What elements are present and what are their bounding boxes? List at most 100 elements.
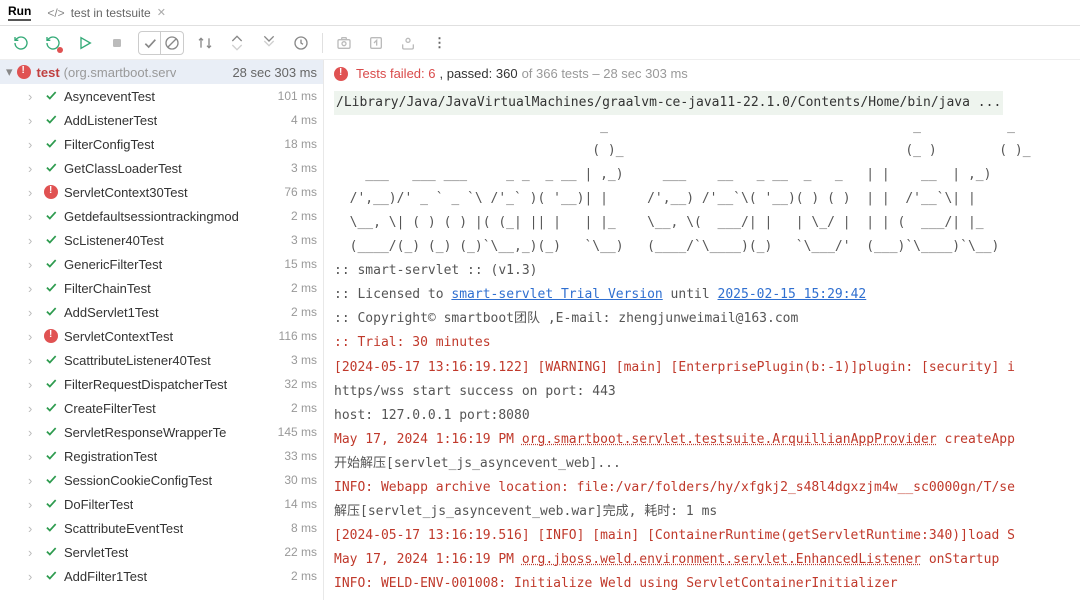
pass-icon	[44, 376, 58, 393]
test-time: 15 ms	[278, 257, 317, 271]
chevron-right-icon[interactable]: ›	[28, 281, 38, 296]
console-class-link[interactable]: org.jboss.weld.environment.servlet.Enhan…	[522, 552, 921, 567]
test-row[interactable]: ›AddServlet1Test2 ms	[0, 300, 323, 324]
test-time: 4 ms	[285, 113, 317, 127]
pass-icon	[44, 208, 58, 225]
chevron-right-icon[interactable]: ›	[28, 401, 38, 416]
test-row[interactable]: ›ScListener40Test3 ms	[0, 228, 323, 252]
import-button[interactable]	[365, 32, 387, 54]
test-row[interactable]: ›ServletResponseWrapperTe145 ms	[0, 420, 323, 444]
test-time: 2 ms	[285, 281, 317, 295]
test-row[interactable]: › GetClassLoaderTest 3 ms	[0, 156, 323, 180]
console-line: [2024-05-17 13:16:19.516] [INFO] [main] …	[334, 528, 1015, 543]
rerun-button[interactable]	[10, 32, 32, 54]
test-name: GetClassLoaderTest	[64, 161, 182, 176]
chevron-right-icon[interactable]: ›	[28, 329, 38, 344]
chevron-right-icon[interactable]: ›	[28, 353, 38, 368]
tab-file-label: test in testsuite	[71, 6, 151, 20]
chevron-right-icon[interactable]: ›	[28, 113, 38, 128]
show-ignored-button[interactable]	[161, 32, 183, 54]
console-line: onStartup	[921, 552, 999, 567]
test-row[interactable]: ›ServletContextTest116 ms	[0, 324, 323, 348]
rerun-failed-button[interactable]	[42, 32, 64, 54]
ascii-art: _ _ _ ( )_ (_ ) ( )_ ___ ___ ___ _ _ _ _…	[334, 119, 1031, 254]
chevron-right-icon[interactable]: ›	[28, 305, 38, 320]
pass-icon	[44, 304, 58, 321]
root-package: (org.smartboot.serv	[64, 65, 177, 80]
test-row[interactable]: ›ServletContext30Test76 ms	[0, 180, 323, 204]
show-passed-button[interactable]	[139, 32, 161, 54]
chevron-right-icon[interactable]: ›	[28, 473, 38, 488]
test-row[interactable]: ›Getdefaultsessiontrackingmod2 ms	[0, 204, 323, 228]
more-button[interactable]: ⋮	[429, 32, 451, 54]
tree-root-row[interactable]: ▾ test (org.smartboot.serv 28 sec 303 ms	[0, 60, 323, 84]
test-row[interactable]: ›ScattributeEventTest8 ms	[0, 516, 323, 540]
chevron-right-icon[interactable]: ›	[28, 569, 38, 584]
fail-icon	[44, 329, 58, 343]
fail-icon	[44, 185, 58, 199]
collapse-all-button[interactable]	[258, 32, 280, 54]
chevron-right-icon[interactable]: ›	[28, 233, 38, 248]
chevron-right-icon[interactable]: ›	[28, 545, 38, 560]
test-time: 3 ms	[285, 233, 317, 247]
history-button[interactable]	[290, 32, 312, 54]
chevron-right-icon[interactable]: ›	[28, 497, 38, 512]
screenshot-button[interactable]	[333, 32, 355, 54]
test-row[interactable]: ›RegistrationTest33 ms	[0, 444, 323, 468]
test-time: 3 ms	[285, 161, 317, 175]
tab-run[interactable]: Run	[8, 4, 31, 21]
test-name: AddListenerTest	[64, 113, 157, 128]
pass-icon	[44, 232, 58, 249]
tab-file[interactable]: </> test in testsuite ✕	[47, 6, 166, 20]
chevron-right-icon[interactable]: ›	[28, 89, 38, 104]
test-row[interactable]: ›AsynceventTest101 ms	[0, 84, 323, 108]
main-area: ▾ test (org.smartboot.serv 28 sec 303 ms…	[0, 60, 1080, 600]
pass-icon	[44, 496, 58, 513]
test-time: 2 ms	[285, 401, 317, 415]
summary-rest: of 366 tests – 28 sec 303 ms	[522, 66, 688, 81]
test-time: 2 ms	[285, 569, 317, 583]
pass-icon	[44, 136, 58, 153]
test-row[interactable]: › AddListenerTest 4 ms	[0, 108, 323, 132]
pass-icon	[44, 472, 58, 489]
export-button[interactable]	[397, 32, 419, 54]
console-line: createApp	[937, 432, 1015, 447]
console-line: host: 127.0.0.1 port:8080	[334, 408, 530, 423]
stop-button[interactable]	[106, 32, 128, 54]
summary-bar: Tests failed: 6, passed: 360 of 366 test…	[324, 60, 1080, 87]
chevron-right-icon[interactable]: ›	[28, 209, 38, 224]
toggle-autotest-button[interactable]	[74, 32, 96, 54]
chevron-right-icon[interactable]: ›	[28, 377, 38, 392]
test-row[interactable]: ›DoFilterTest14 ms	[0, 492, 323, 516]
output-panel: Tests failed: 6, passed: 360 of 366 test…	[324, 60, 1080, 600]
console-output[interactable]: /Library/Java/JavaVirtualMachines/graalv…	[324, 87, 1080, 600]
test-row[interactable]: ›ScattributeListener40Test3 ms	[0, 348, 323, 372]
test-row[interactable]: ›FilterRequestDispatcherTest32 ms	[0, 372, 323, 396]
chevron-right-icon[interactable]: ›	[28, 521, 38, 536]
chevron-right-icon[interactable]: ›	[28, 257, 38, 272]
test-name: SessionCookieConfigTest	[64, 473, 212, 488]
test-row[interactable]: ›AddFilter1Test2 ms	[0, 564, 323, 588]
chevron-right-icon[interactable]: ›	[28, 449, 38, 464]
expiry-link[interactable]: 2025-02-15 15:29:42	[718, 287, 867, 302]
console-class-link[interactable]: org.smartboot.servlet.testsuite.Arquilli…	[522, 432, 937, 447]
test-row[interactable]: ›FilterChainTest2 ms	[0, 276, 323, 300]
close-icon[interactable]: ✕	[157, 6, 166, 19]
chevron-down-icon[interactable]: ▾	[6, 64, 13, 80]
test-row[interactable]: ›ServletTest22 ms	[0, 540, 323, 564]
test-row[interactable]: ›GenericFilterTest15 ms	[0, 252, 323, 276]
test-name: DoFilterTest	[64, 497, 133, 512]
test-time: 2 ms	[285, 305, 317, 319]
summary-failed: Tests failed: 6	[356, 66, 436, 81]
test-row[interactable]: ›CreateFilterTest2 ms	[0, 396, 323, 420]
console-line: :: smart-servlet :: (v1.3)	[334, 263, 538, 278]
sort-button[interactable]	[194, 32, 216, 54]
chevron-right-icon[interactable]: ›	[28, 161, 38, 176]
expand-all-button[interactable]	[226, 32, 248, 54]
license-link[interactable]: smart-servlet Trial Version	[451, 287, 662, 302]
chevron-right-icon[interactable]: ›	[28, 185, 38, 200]
chevron-right-icon[interactable]: ›	[28, 425, 38, 440]
test-row[interactable]: ›SessionCookieConfigTest30 ms	[0, 468, 323, 492]
test-row[interactable]: ›FilterConfigTest18 ms	[0, 132, 323, 156]
chevron-right-icon[interactable]: ›	[28, 137, 38, 152]
